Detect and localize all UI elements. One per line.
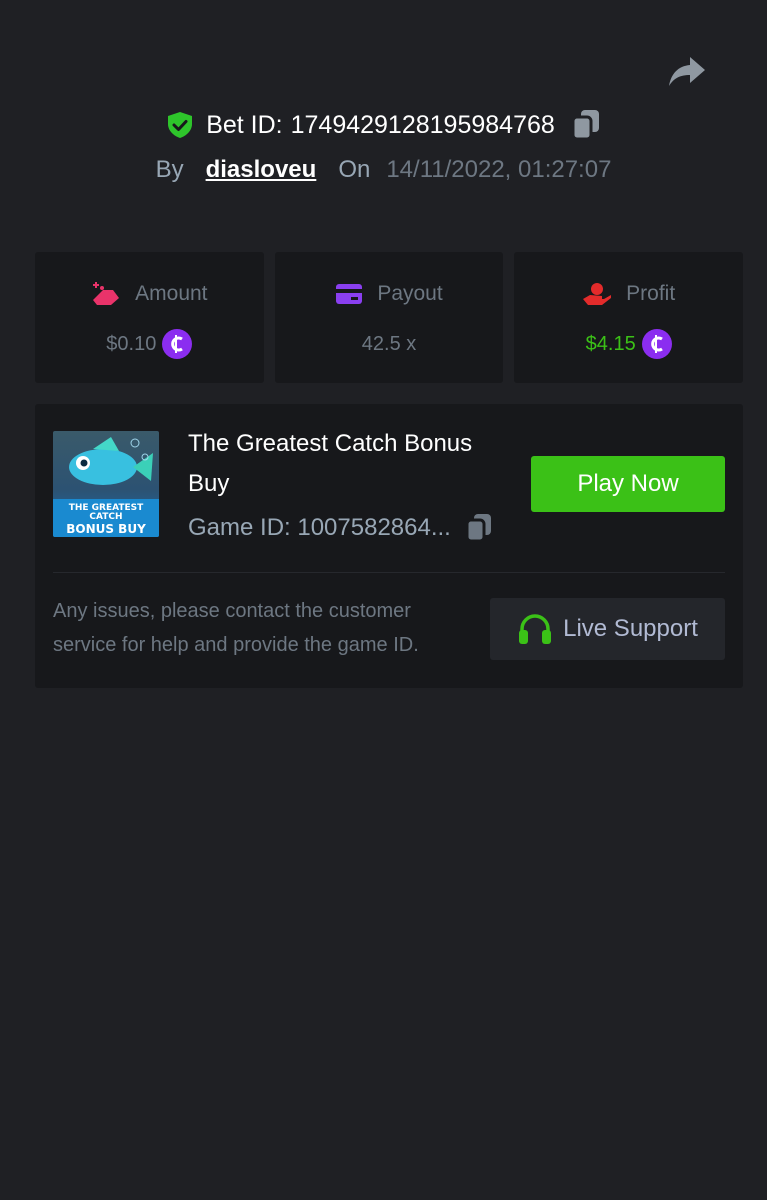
bet-id-label: Bet ID: xyxy=(206,110,283,139)
currency-coin-icon xyxy=(641,329,672,359)
card-icon xyxy=(336,284,363,304)
currency-coin-icon xyxy=(162,329,193,359)
payout-label: Payout xyxy=(377,282,443,305)
thumbnail-title-line1: THE GREATEST CATCH xyxy=(68,503,144,523)
thumbnail-title-line2: BONUS BUY xyxy=(66,521,146,536)
bet-datetime: 14/11/2022, 01:27:07 xyxy=(386,156,612,183)
game-id-row: Game ID: 1007582864... xyxy=(188,510,493,546)
profit-card: Profit $4.15 xyxy=(514,252,744,383)
payout-card: Payout 42.5 x xyxy=(274,252,504,383)
live-support-label: Live Support xyxy=(563,615,698,642)
by-label: By xyxy=(155,156,184,183)
divider xyxy=(53,572,725,573)
share-icon xyxy=(669,57,705,86)
game-card: THE GREATEST CATCH BONUS BUY The Greates… xyxy=(35,404,743,688)
game-title: The Greatest Catch Bonus Buy xyxy=(188,430,473,497)
coins-hand-icon xyxy=(93,282,120,305)
fish-icon xyxy=(69,437,153,485)
headset-icon xyxy=(519,614,552,644)
copy-bet-id-button[interactable] xyxy=(571,109,601,141)
on-label: On xyxy=(338,156,371,183)
profit-label: Profit xyxy=(626,282,676,305)
profit-value: $4.15 xyxy=(585,332,636,355)
support-help-text: Any issues, please contact the customer … xyxy=(53,600,419,656)
share-button[interactable] xyxy=(666,52,708,92)
game-id-value: Game ID: 1007582864... xyxy=(188,514,451,541)
bet-id-value: 174942912819598476​8 xyxy=(290,110,555,139)
game-thumbnail[interactable]: THE GREATEST CATCH BONUS BUY xyxy=(53,431,159,537)
copy-game-id-button[interactable] xyxy=(465,513,493,543)
amount-value: $0.10 xyxy=(106,332,157,355)
bet-stats: Amount $0.10 Payout 42.5 x Profit $4.15 xyxy=(35,252,744,383)
amount-card: Amount $0.10 xyxy=(35,252,264,383)
copy-icon xyxy=(465,514,491,543)
live-support-button[interactable]: Live Support xyxy=(490,598,725,660)
verified-shield-icon xyxy=(166,111,194,139)
username-link[interactable]: diasloveu xyxy=(206,156,317,184)
amount-label: Amount xyxy=(135,282,208,305)
payout-value: 42.5 x xyxy=(361,332,417,355)
copy-icon xyxy=(571,110,599,141)
play-now-button[interactable]: Play Now xyxy=(531,456,725,512)
bet-id-row: Bet ID: 174942912819598476​8 xyxy=(0,106,767,144)
money-hand-icon xyxy=(583,283,612,305)
bet-meta-row: By diasloveu On 14/11/2022, 01:27:07 xyxy=(0,152,767,188)
